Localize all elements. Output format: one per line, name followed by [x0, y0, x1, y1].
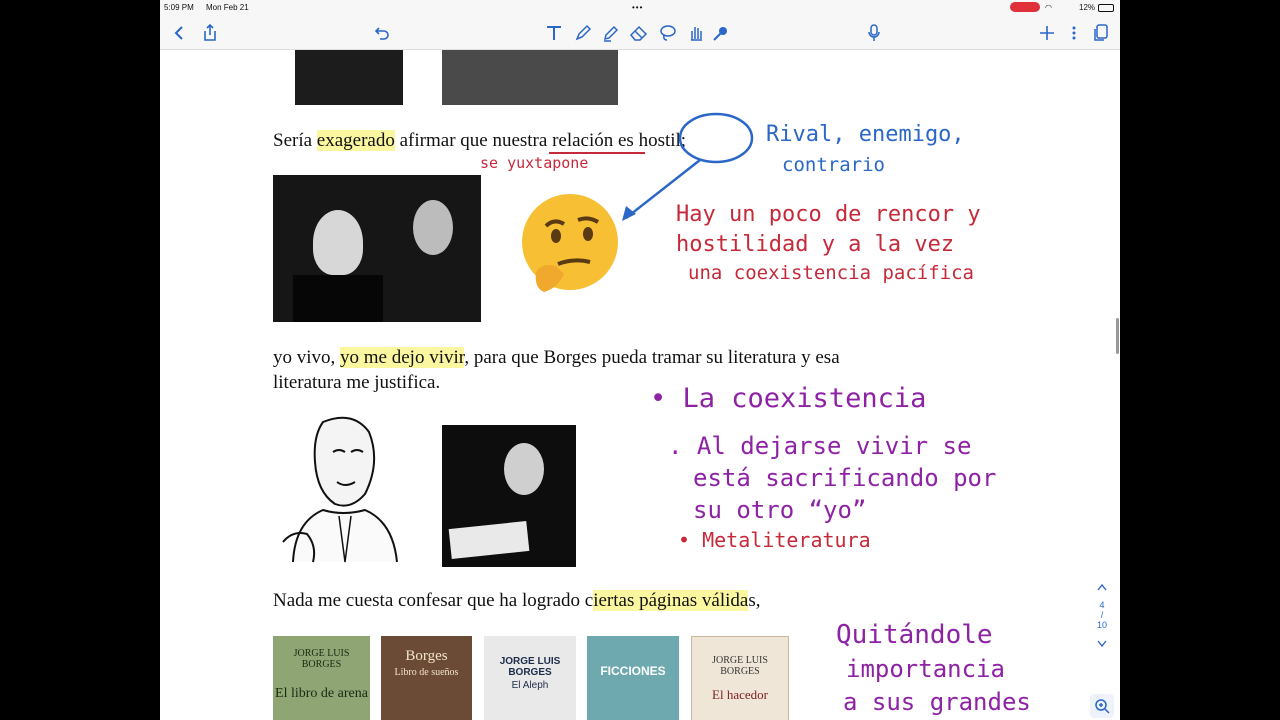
note-dejarse-vivir: . Al dejarse vivir se	[668, 432, 972, 460]
photo-borges-writing	[442, 425, 576, 567]
zoom-icon[interactable]	[1090, 694, 1114, 718]
battery-icon	[1098, 4, 1114, 12]
note-a-sus-grandes: a sus grandes	[843, 688, 1031, 716]
status-time: 5:09 PM	[164, 3, 194, 12]
undo-icon[interactable]	[371, 22, 393, 44]
page-down-icon[interactable]	[1092, 639, 1112, 651]
page-current: 4	[1099, 600, 1105, 610]
thinking-face-icon	[518, 192, 622, 296]
note-quitandole: Quitándole	[836, 620, 993, 650]
mic-icon[interactable]	[863, 22, 885, 44]
page-up-icon[interactable]	[1092, 582, 1112, 600]
recording-indicator-icon	[1010, 2, 1040, 12]
book-cover-1: JORGE LUIS BORGES El libro de arena	[273, 636, 370, 720]
photo-two-borges	[273, 175, 481, 322]
multitask-dots-icon[interactable]: •••	[632, 3, 643, 12]
text-tool-icon[interactable]	[543, 22, 565, 44]
note-yuxtapone: se yuxtapone	[480, 154, 589, 172]
borges-caricature	[273, 412, 407, 567]
note-sacrificando: está sacrificando por	[693, 464, 997, 492]
magic-wand-icon[interactable]	[710, 22, 732, 44]
document-page[interactable]: Sería exagerado afirmar que nuestra rela…	[160, 50, 1120, 720]
book-cover-3: JORGE LUIS BORGES El Aleph	[484, 636, 576, 720]
battery-text: 12%	[1079, 3, 1096, 12]
photo-borges-top-left	[295, 50, 403, 105]
goodnotes-window: 5:09 PM Mon Feb 21 ••• ◠ 12% Sería exage…	[160, 0, 1120, 720]
note-hostilidad: hostilidad y a la vez	[676, 232, 955, 257]
add-icon[interactable]	[1036, 22, 1058, 44]
back-icon[interactable]	[168, 22, 190, 44]
more-icon[interactable]	[1063, 22, 1085, 44]
paragraph-2-line-2: literatura me justifica.	[273, 372, 441, 393]
hand-tool-icon[interactable]	[685, 22, 707, 44]
page-navigator: 4 / 10	[1092, 583, 1112, 685]
note-contrario: contrario	[782, 154, 885, 176]
highlighter-icon[interactable]	[600, 22, 622, 44]
status-bar: 5:09 PM Mon Feb 21 ••• ◠ 12%	[160, 0, 1120, 16]
lasso-icon[interactable]	[657, 22, 679, 44]
pen-icon[interactable]	[572, 22, 594, 44]
share-icon[interactable]	[199, 22, 221, 44]
book-cover-2: Borges Libro de sueños	[381, 636, 472, 720]
scrollbar-thumb[interactable]	[1116, 318, 1119, 354]
wifi-icon: ◠	[1045, 3, 1052, 12]
pages-icon[interactable]	[1090, 22, 1112, 44]
status-date: Mon Feb 21	[206, 3, 249, 12]
note-otro-yo: su otro “yo”	[693, 496, 867, 524]
note-rencor: Hay un poco de rencor y	[676, 202, 981, 227]
note-la-coexistencia: • La coexistencia	[650, 383, 927, 414]
book-cover-5: JORGE LUIS BORGES El hacedor	[691, 636, 789, 720]
eraser-icon[interactable]	[628, 22, 650, 44]
note-metaliteratura: • Metaliteratura	[678, 528, 871, 552]
photo-borges-top-right	[442, 50, 618, 105]
paragraph-3: Nada me cuesta confesar que ha logrado c…	[273, 590, 761, 611]
toolbar	[160, 16, 1120, 50]
note-rival: Rival, enemigo,	[766, 122, 965, 147]
page-separator: /	[1100, 610, 1104, 620]
note-coexistencia-pacifica: una coexistencia pacífica	[688, 262, 974, 284]
page-total: 10	[1096, 620, 1107, 630]
book-cover-4: FICCIONES	[587, 636, 679, 720]
paragraph-2: yo vivo, yo me dejo vivir, para que Borg…	[273, 347, 840, 368]
note-importancia: importancia	[846, 655, 1005, 683]
